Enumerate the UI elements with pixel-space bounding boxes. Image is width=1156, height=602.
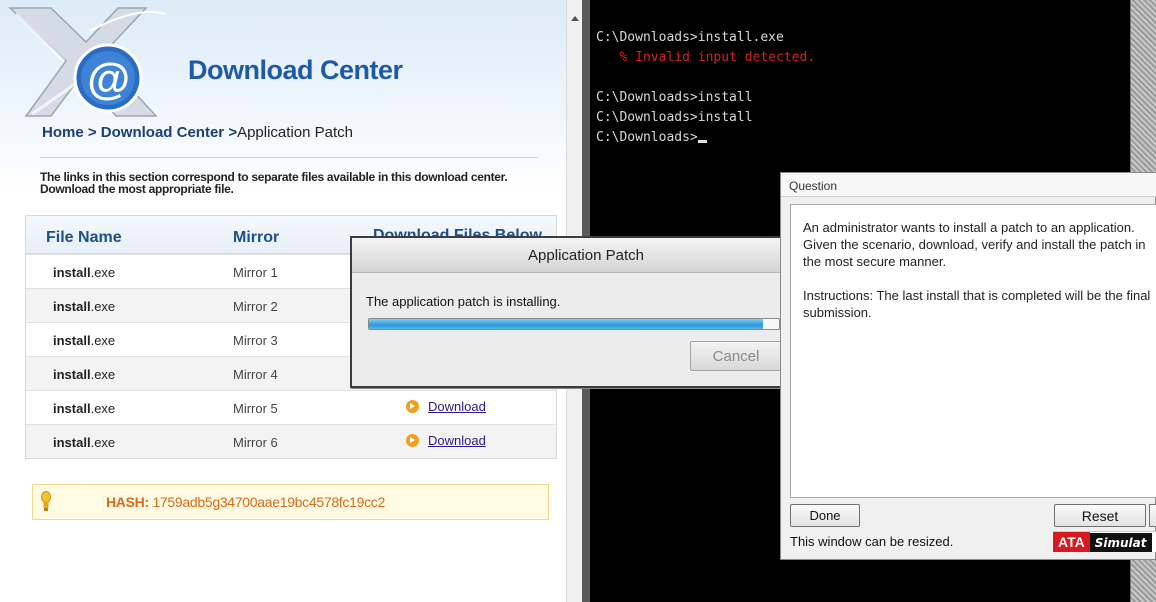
- terminal-output: C:\Downloads>install.exe % Invalid input…: [596, 28, 815, 148]
- arrow-bullet-icon: [406, 434, 419, 447]
- page-title: Download Center: [188, 55, 403, 85]
- file-name-cell: install.exe: [53, 435, 115, 450]
- dialog-titlebar: Application Patch: [352, 238, 780, 273]
- terminal-line: C:\Downloads>install.exe: [596, 30, 784, 45]
- question-body: An administrator wants to install a patc…: [790, 204, 1156, 498]
- file-extension: .exe: [90, 265, 116, 280]
- mirror-cell: Mirror 6: [233, 435, 278, 450]
- file-name-cell: install.exe: [53, 333, 115, 348]
- terminal-line: C:\Downloads>install: [596, 90, 753, 105]
- svg-text:@: @: [87, 55, 130, 104]
- dialog-title: Application Patch: [528, 247, 644, 264]
- arrow-bullet-icon: [406, 400, 419, 413]
- ata-simulations-logo: ATA Simulat: [1053, 531, 1156, 552]
- terminal-prompt: C:\Downloads>: [596, 130, 698, 145]
- question-scenario: An administrator wants to install a patc…: [803, 220, 1146, 269]
- scroll-up-arrow-icon[interactable]: [571, 16, 579, 21]
- breadcrumb-current: Application Patch: [237, 124, 353, 141]
- dialog-message: The application patch is installing.: [366, 294, 561, 309]
- file-extension: .exe: [90, 435, 116, 450]
- download-link[interactable]: Download: [406, 399, 486, 414]
- install-progress-bar: [368, 318, 780, 330]
- file-name: install: [53, 401, 91, 416]
- file-name: install: [53, 333, 91, 348]
- download-link-label: Download: [428, 399, 486, 414]
- column-header-file-name: File Name: [46, 229, 122, 246]
- file-name: install: [53, 367, 91, 382]
- done-button[interactable]: Done: [790, 504, 860, 527]
- mirror-cell: Mirror 1: [233, 265, 278, 280]
- file-name-cell: install.exe: [53, 367, 115, 382]
- table-row: install.exe Mirror 5 Download: [26, 390, 556, 424]
- file-extension: .exe: [90, 333, 116, 348]
- divider: [40, 157, 538, 158]
- hash-box: HASH: 1759adb5g34700aae19bc4578fc19cc2: [32, 484, 549, 520]
- application-patch-dialog: Application Patch The application patch …: [350, 236, 782, 388]
- intro-text: The links in this section correspond to …: [40, 170, 508, 196]
- terminal-error-line: % Invalid input detected.: [596, 50, 816, 65]
- download-link-label: Download: [428, 433, 486, 448]
- breadcrumb-download-center[interactable]: Download Center: [101, 124, 224, 141]
- column-header-mirror: Mirror: [233, 229, 280, 246]
- terminal-prompt-line: C:\Downloads>: [596, 128, 815, 148]
- file-extension: .exe: [90, 367, 116, 382]
- hash-value: 1759adb5g34700aae19bc4578fc19cc2: [152, 494, 385, 510]
- file-name-cell: install.exe: [53, 299, 115, 314]
- breadcrumb: Home > Download Center >Application Patc…: [42, 124, 353, 141]
- file-extension: .exe: [90, 299, 116, 314]
- file-name: install: [53, 265, 91, 280]
- file-name-cell: install.exe: [53, 401, 115, 416]
- cancel-button[interactable]: Cancel: [690, 341, 782, 371]
- header-banner: @ Download Center Home > Download Center…: [0, 0, 566, 190]
- breadcrumb-separator: >: [228, 124, 238, 141]
- progress-fill: [369, 319, 763, 329]
- ata-logo-text: ATA: [1053, 532, 1090, 552]
- breadcrumb-separator: >: [87, 124, 97, 141]
- file-extension: .exe: [90, 401, 116, 416]
- simulations-logo-text: Simulat: [1089, 533, 1153, 552]
- lightbulb-icon: [41, 491, 51, 511]
- table-row: install.exe Mirror 6 Download: [26, 424, 556, 458]
- question-titlebar[interactable]: Question: [781, 173, 1156, 197]
- next-button[interactable]: [1149, 504, 1156, 527]
- mirror-cell: Mirror 2: [233, 299, 278, 314]
- download-link[interactable]: Download: [406, 433, 486, 448]
- file-name-cell: install.exe: [53, 265, 115, 280]
- hash-text: HASH: 1759adb5g34700aae19bc4578fc19cc2: [106, 494, 385, 510]
- file-name: install: [53, 435, 91, 450]
- breadcrumb-home[interactable]: Home: [42, 124, 84, 141]
- question-window: Question An administrator wants to insta…: [780, 172, 1156, 560]
- question-instructions: Instructions: The last install that is c…: [803, 288, 1151, 320]
- question-text: An administrator wants to install a patc…: [803, 219, 1153, 338]
- file-name: install: [53, 299, 91, 314]
- mirror-cell: Mirror 4: [233, 367, 278, 382]
- hash-label: HASH:: [106, 494, 149, 510]
- mirror-cell: Mirror 5: [233, 401, 278, 416]
- terminal-cursor: [697, 140, 707, 143]
- email-at-logo-icon: @: [8, 7, 166, 117]
- mirror-cell: Mirror 3: [233, 333, 278, 348]
- question-window-title: Question: [789, 179, 838, 193]
- resize-note: This window can be resized.: [790, 534, 954, 549]
- terminal-line: C:\Downloads>install: [596, 110, 753, 125]
- reset-button[interactable]: Reset: [1054, 504, 1146, 527]
